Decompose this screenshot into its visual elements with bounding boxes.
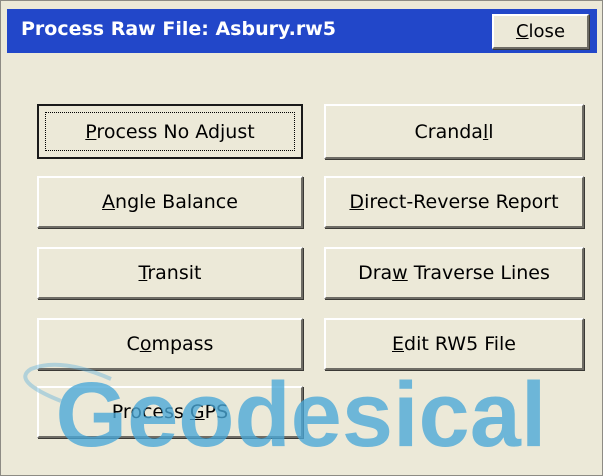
mnemonic-char: E	[392, 333, 405, 355]
angle-balance-label: Angle Balance	[102, 191, 238, 213]
process-gps-button[interactable]: Process GPS	[37, 386, 303, 438]
direct-reverse-report-label: Direct-Reverse Report	[349, 191, 559, 213]
mnemonic-char: o	[139, 333, 152, 355]
transit-button[interactable]: Transit	[37, 247, 303, 299]
process-raw-file-dialog: Process Raw File: Asbury.rw5 Close Proce…	[0, 0, 603, 476]
crandall-label: Crandall	[414, 120, 494, 143]
draw-traverse-lines-label: Draw Traverse Lines	[358, 262, 550, 284]
mnemonic-char: A	[102, 191, 116, 213]
compass-label: Compass	[126, 333, 214, 355]
mnemonic-char: P	[85, 120, 97, 143]
edit-rw5-file-label: Edit RW5 File	[392, 333, 516, 355]
mnemonic-char: w	[392, 262, 408, 284]
direct-reverse-report-button[interactable]: Direct-Reverse Report	[324, 176, 584, 228]
edit-rw5-file-button[interactable]: Edit RW5 File	[324, 318, 584, 370]
mnemonic-char: T	[138, 262, 148, 284]
mnemonic-char: D	[349, 191, 365, 213]
angle-balance-button[interactable]: Angle Balance	[37, 176, 303, 228]
close-button-label: Close	[515, 21, 566, 42]
mnemonic-char: G	[189, 401, 205, 423]
compass-button[interactable]: Compass	[37, 318, 303, 370]
close-button[interactable]: Close	[492, 14, 589, 49]
process-gps-label: Process GPS	[111, 401, 229, 423]
crandall-button[interactable]: Crandall	[324, 104, 584, 159]
mnemonic-char: l	[482, 120, 489, 143]
process-no-adjust-button[interactable]: Process No Adjust	[37, 104, 303, 159]
transit-label: Transit	[138, 262, 202, 284]
window-title: Process Raw File: Asbury.rw5	[21, 18, 336, 40]
process-no-adjust-label: Process No Adjust	[85, 120, 255, 143]
mnemonic-char: C	[515, 21, 529, 42]
draw-traverse-lines-button[interactable]: Draw Traverse Lines	[324, 247, 584, 299]
